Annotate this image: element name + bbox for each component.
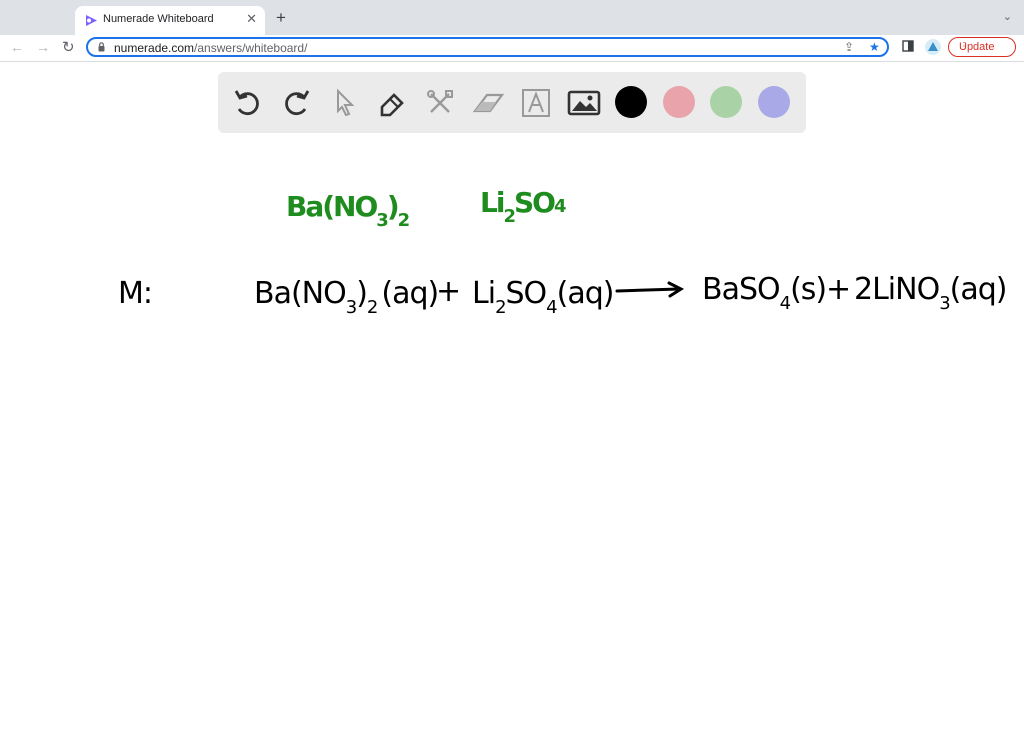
forward-icon[interactable]: → — [36, 39, 50, 55]
url-text[interactable]: numerade.com/answers/whiteboard/ — [114, 41, 307, 55]
state: (aq) — [381, 276, 439, 311]
subscript: 2 — [366, 297, 378, 318]
reload-icon[interactable]: ↻ — [62, 38, 75, 56]
subscript: 2 — [495, 297, 506, 318]
text: Li — [480, 186, 505, 219]
subscript: 2 — [397, 210, 410, 231]
text: ) — [356, 276, 368, 311]
lock-icon — [98, 42, 105, 52]
chevron-down-icon[interactable]: ⌄ — [1003, 10, 1012, 23]
subscript: 4 — [553, 196, 566, 217]
subscript: 3 — [939, 293, 950, 314]
equation-prefix: M: — [118, 276, 153, 311]
star-icon[interactable]: ★ — [869, 40, 880, 54]
subscript: 4 — [546, 297, 557, 318]
menu-icon: ⋮ — [959, 41, 969, 52]
reactant-lithium-sulfate: Li2SO4(aq) — [472, 276, 615, 318]
tab-bar: Numerade Whiteboard ✕ + ⌄ — [0, 0, 1024, 35]
text: Ba(NO — [286, 190, 378, 223]
profile-avatar-icon[interactable] — [924, 38, 942, 56]
update-button[interactable]: Update ⋮ — [948, 37, 1016, 57]
product-lithium-nitrate: 2LiNO3(aq) — [854, 272, 1008, 314]
tab-title: Numerade Whiteboard — [103, 13, 214, 25]
reactant-barium-nitrate: Ba(NO3)2 (aq) — [254, 276, 439, 318]
text: BaSO — [702, 272, 781, 307]
text: SO — [513, 186, 556, 219]
plus-sign: + — [436, 274, 461, 309]
reaction-arrow-icon — [615, 281, 685, 298]
close-icon[interactable]: ✕ — [246, 11, 257, 27]
text: Ba(NO — [254, 276, 347, 311]
text: ) — [386, 190, 400, 223]
green-label-barium-nitrate: Ba(NO3)2 — [286, 190, 410, 231]
numerade-logo-icon — [86, 15, 97, 26]
text: 2LiNO — [854, 272, 940, 307]
text: SO — [505, 276, 548, 311]
text: Li — [472, 276, 496, 311]
subscript: 2 — [503, 206, 515, 227]
product-barium-sulfate: BaSO4(s) — [702, 272, 827, 314]
whiteboard-canvas[interactable] — [0, 62, 1024, 732]
url-path: /answers/whiteboard/ — [194, 41, 308, 55]
new-tab-button[interactable]: + — [276, 8, 286, 28]
state: (s) — [790, 272, 827, 307]
share-icon[interactable]: ⇪ — [844, 40, 854, 54]
sidepanel-icon[interactable] — [902, 40, 914, 52]
address-bar[interactable]: numerade.com/answers/whiteboard/ ⇪ ★ — [86, 37, 889, 57]
back-icon[interactable]: ← — [10, 39, 24, 55]
browser-toolbar: ← → ↻ numerade.com/answers/whiteboard/ ⇪… — [0, 35, 1024, 62]
plus-sign: + — [826, 272, 851, 307]
subscript: 3 — [345, 297, 357, 318]
state: (aq) — [556, 276, 615, 311]
subscript: 3 — [376, 210, 388, 231]
subscript: 4 — [779, 293, 791, 314]
state: (aq) — [949, 272, 1008, 307]
green-label-lithium-sulfate: Li2SO4 — [480, 186, 566, 227]
browser-tab[interactable]: Numerade Whiteboard ✕ — [75, 6, 265, 35]
url-host: numerade.com — [114, 41, 195, 55]
